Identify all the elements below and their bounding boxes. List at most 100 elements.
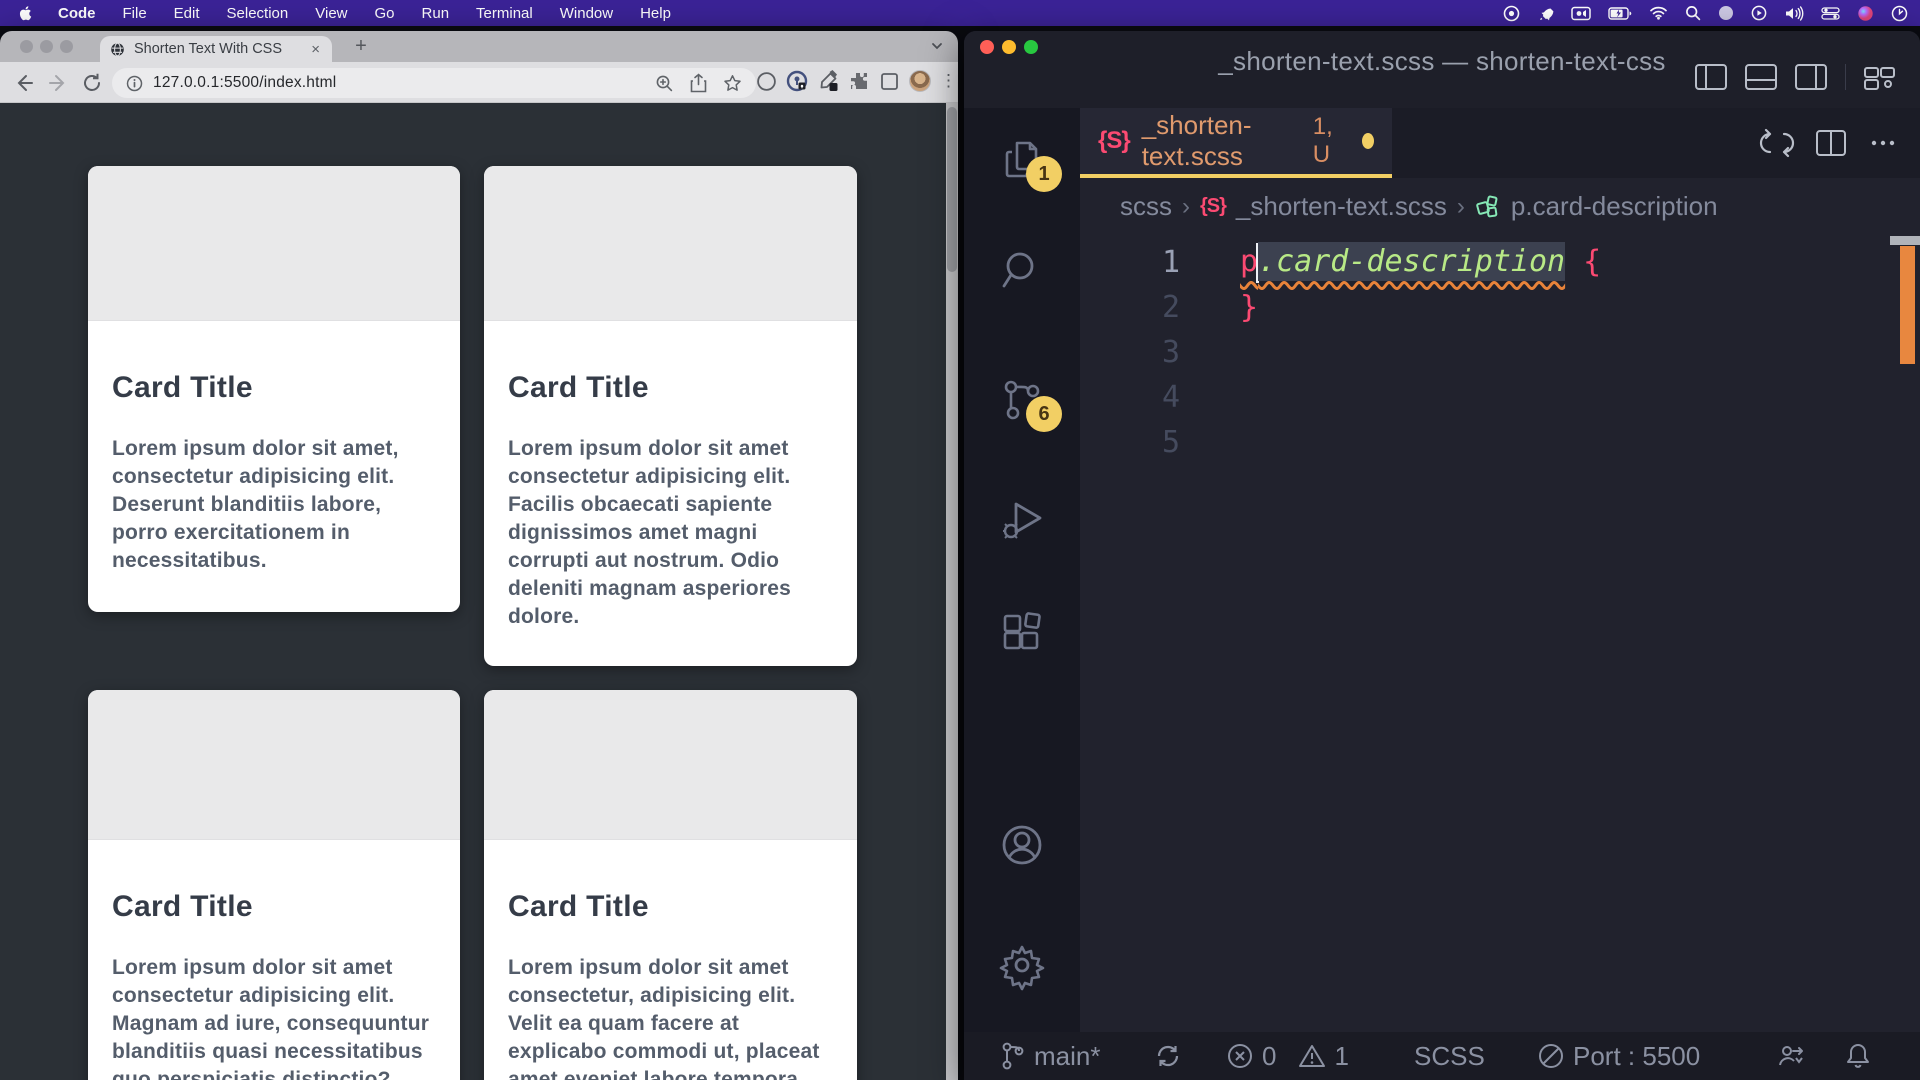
close-tab-icon[interactable]: × [309, 41, 322, 58]
breadcrumb-folder[interactable]: scss [1120, 191, 1172, 222]
editor-tab[interactable]: {S} _shorten-text.scss 1, U [1080, 108, 1392, 178]
language-mode-item[interactable]: SCSS [1414, 1032, 1485, 1080]
toggle-primary-sidebar-icon[interactable] [1695, 64, 1727, 90]
screen-record-icon[interactable] [1571, 6, 1591, 21]
notifications-item[interactable] [1844, 1032, 1872, 1080]
menu-item-go[interactable]: Go [375, 5, 395, 22]
breadcrumb-symbol[interactable]: p.card-description [1511, 191, 1718, 222]
menu-item-view[interactable]: View [315, 5, 347, 22]
code-line[interactable]: 1 p.card-description { [1080, 240, 1920, 285]
overview-ruler-warning-mark [1900, 246, 1915, 364]
status-bar: main* 0 1 SCSS Port : 5500 [964, 1032, 1920, 1080]
new-tab-button[interactable]: + [348, 33, 374, 59]
password-manager-icon[interactable] [786, 70, 808, 92]
editor-group: {S} _shorten-text.scss 1, U scss › {S} _… [1080, 108, 1920, 1032]
feedback-item[interactable] [1776, 1032, 1806, 1080]
profile-avatar[interactable] [909, 70, 931, 92]
close-window-button[interactable] [20, 40, 33, 53]
code-line[interactable]: 4 [1080, 375, 1920, 420]
menu-item-window[interactable]: Window [560, 5, 613, 22]
toggle-secondary-sidebar-icon[interactable] [1795, 64, 1827, 90]
back-button[interactable] [12, 71, 36, 95]
card-title: Card Title [112, 371, 436, 405]
clock-icon[interactable] [1891, 5, 1908, 22]
menu-bar-status-icons [1503, 0, 1908, 26]
warning-count: 1 [1334, 1041, 1348, 1072]
wifi-icon[interactable] [1649, 6, 1668, 20]
activity-bar: 1 6 [964, 108, 1080, 1032]
card-description: Lorem ipsum dolor sit amet consectetur a… [112, 954, 436, 1080]
reload-button[interactable] [80, 71, 104, 95]
card-description: Lorem ipsum dolor sit amet, consectetur … [112, 435, 436, 575]
menu-item-terminal[interactable]: Terminal [476, 5, 533, 22]
url-text[interactable]: 127.0.0.1:5500/index.html [153, 74, 655, 92]
extensions-puzzle-icon[interactable] [848, 70, 870, 92]
zoom-window-button[interactable] [60, 40, 73, 53]
bookmark-star-icon[interactable] [723, 74, 742, 93]
symbol-class-icon [1475, 194, 1501, 220]
port-icon [1537, 1042, 1565, 1070]
settings-gear-icon[interactable] [1000, 943, 1044, 987]
reading-list-icon[interactable] [879, 71, 900, 92]
browser-tab[interactable]: Shorten Text With CSS × [100, 36, 332, 62]
problems-item[interactable]: 0 1 [1226, 1032, 1349, 1080]
git-branch-icon [1000, 1041, 1026, 1071]
extension-circle-icon[interactable] [756, 71, 777, 92]
record-icon[interactable] [1503, 5, 1520, 22]
browser-menu-icon[interactable]: ⋮ [940, 71, 952, 91]
battery-icon[interactable] [1608, 7, 1632, 20]
menu-item-code[interactable]: Code [58, 5, 96, 22]
menu-item-selection[interactable]: Selection [227, 5, 289, 22]
card-image-placeholder [484, 166, 857, 321]
open-changes-icon[interactable] [1760, 126, 1794, 160]
breadcrumb-file[interactable]: _shorten-text.scss [1236, 191, 1447, 222]
run-debug-icon[interactable] [1000, 498, 1044, 542]
code-line[interactable]: 5 [1080, 420, 1920, 465]
scrollbar-thumb[interactable] [947, 107, 957, 272]
sync-item[interactable] [1154, 1032, 1182, 1080]
menu-item-help[interactable]: Help [640, 5, 671, 22]
minimize-window-button[interactable] [40, 40, 53, 53]
play-circle-icon[interactable] [1751, 5, 1767, 21]
vscode-title-bar: _shorten-text.scss — shorten-text-css [964, 31, 1920, 108]
menu-item-run[interactable]: Run [422, 5, 450, 22]
split-editor-icon[interactable] [1816, 130, 1846, 156]
account-icon[interactable] [1000, 823, 1044, 867]
browser-tab-title: Shorten Text With CSS [134, 41, 309, 57]
code-line[interactable]: 2 } [1080, 285, 1920, 330]
git-branch-item[interactable]: main* [1000, 1032, 1100, 1080]
extensions-icon[interactable] [1000, 613, 1044, 657]
modified-dot-icon[interactable] [1362, 133, 1374, 149]
menu-item-edit[interactable]: Edit [174, 5, 200, 22]
apple-menu-icon[interactable] [18, 5, 34, 21]
tab-search-chevron-icon[interactable] [930, 39, 944, 53]
share-icon[interactable] [690, 73, 707, 93]
feedback-person-icon [1776, 1041, 1806, 1071]
extension-icons: ⋮ [756, 70, 952, 92]
volume-icon[interactable] [1784, 6, 1804, 21]
card-title: Card Title [508, 371, 833, 405]
card-description: Lorem ipsum dolor sit amet consectetur, … [508, 954, 833, 1080]
search-icon[interactable] [1685, 5, 1701, 21]
address-bar[interactable]: 127.0.0.1:5500/index.html [112, 68, 756, 98]
dnd-icon[interactable] [1718, 5, 1734, 21]
site-info-icon[interactable] [126, 75, 143, 92]
control-center-icon[interactable] [1821, 7, 1840, 20]
more-actions-icon[interactable] [1868, 130, 1898, 156]
siri-icon[interactable] [1857, 5, 1874, 22]
code-editor[interactable]: 1 p.card-description { 2 } 3 4 5 [1080, 235, 1920, 1032]
search-icon[interactable] [1000, 248, 1044, 292]
browser-window: Shorten Text With CSS × + 127.0.0.1:5500… [0, 31, 958, 1080]
zoom-page-icon[interactable] [655, 74, 674, 93]
scss-file-icon: {S} [1098, 127, 1130, 155]
menu-item-file[interactable]: File [123, 5, 147, 22]
forward-button[interactable] [46, 71, 70, 95]
toggle-panel-icon[interactable] [1745, 64, 1777, 90]
customize-layout-icon[interactable] [1864, 63, 1896, 91]
code-line[interactable]: 3 [1080, 330, 1920, 375]
rocket-icon[interactable] [1537, 5, 1554, 22]
page-scrollbar[interactable] [946, 103, 958, 1080]
color-picker-icon[interactable] [817, 70, 839, 92]
warnings-icon [1298, 1042, 1326, 1070]
live-server-item[interactable]: Port : 5500 [1537, 1032, 1700, 1080]
